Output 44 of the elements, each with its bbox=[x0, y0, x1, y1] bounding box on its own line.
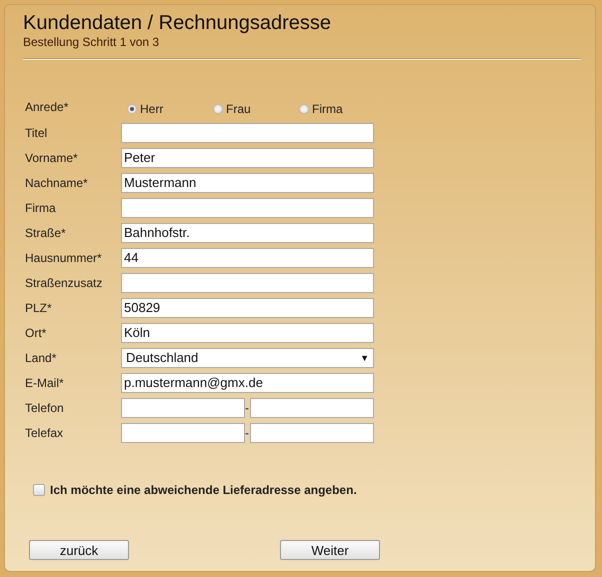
input-field[interactable]: Bahnhofstr. bbox=[121, 222, 374, 242]
checkbox-label[interactable]: Ich möchte eine abweichende Lieferadresse angeben. bbox=[50, 483, 357, 497]
field-label: Hausnummer* bbox=[24, 250, 103, 264]
country-dropdown[interactable]: Deutschland ▼ bbox=[121, 348, 374, 368]
radio-button[interactable] bbox=[299, 104, 309, 114]
input-field[interactable] bbox=[121, 122, 374, 142]
field-label: Telefon bbox=[24, 400, 65, 414]
field-label: Nachname* bbox=[24, 176, 89, 190]
dropdown-arrow-icon[interactable]: ▼ bbox=[360, 350, 371, 366]
radio-button[interactable] bbox=[213, 104, 223, 114]
field-label: Firma bbox=[24, 200, 57, 214]
field-label: Vorname* bbox=[24, 150, 79, 164]
field-label: Ort* bbox=[24, 326, 48, 340]
field-label: Straße* bbox=[24, 226, 67, 240]
field-label: Land* bbox=[24, 350, 58, 364]
input-field[interactable] bbox=[250, 398, 374, 418]
input-field[interactable] bbox=[121, 272, 374, 292]
input-field[interactable]: 44 bbox=[121, 248, 374, 268]
radio-label[interactable]: Herr bbox=[140, 102, 164, 116]
field-label: Anrede* bbox=[24, 100, 70, 114]
page-title: Kundendaten / Rechnungsadresse bbox=[23, 11, 332, 35]
field-label: E-Mail* bbox=[24, 376, 65, 390]
input-field[interactable] bbox=[121, 398, 245, 418]
field-label: PLZ* bbox=[24, 300, 53, 314]
page-subtitle: Bestellung Schritt 1 von 3 bbox=[23, 35, 160, 49]
separator-dash: - bbox=[245, 400, 250, 414]
checkbox[interactable] bbox=[33, 484, 45, 496]
input-field[interactable]: Köln bbox=[121, 322, 374, 342]
radio-label[interactable]: Firma bbox=[312, 102, 343, 116]
input-field[interactable]: Mustermann bbox=[121, 172, 374, 192]
field-label: Straßenzusatz bbox=[24, 276, 104, 290]
input-field[interactable] bbox=[121, 198, 374, 218]
field-label: Telefax bbox=[24, 426, 64, 440]
back-button[interactable]: zurück bbox=[29, 540, 129, 560]
next-button[interactable]: Weiter bbox=[280, 540, 380, 560]
input-field[interactable] bbox=[121, 422, 245, 442]
input-field[interactable]: Peter bbox=[121, 148, 374, 168]
input-field[interactable]: 50829 bbox=[121, 298, 374, 318]
input-field[interactable] bbox=[250, 422, 374, 442]
radio-button[interactable] bbox=[127, 104, 137, 114]
separator-dash: - bbox=[245, 426, 250, 440]
field-label: Titel bbox=[24, 126, 48, 140]
radio-label[interactable]: Frau bbox=[226, 102, 251, 116]
input-field[interactable]: p.mustermann@gmx.de bbox=[121, 372, 374, 392]
